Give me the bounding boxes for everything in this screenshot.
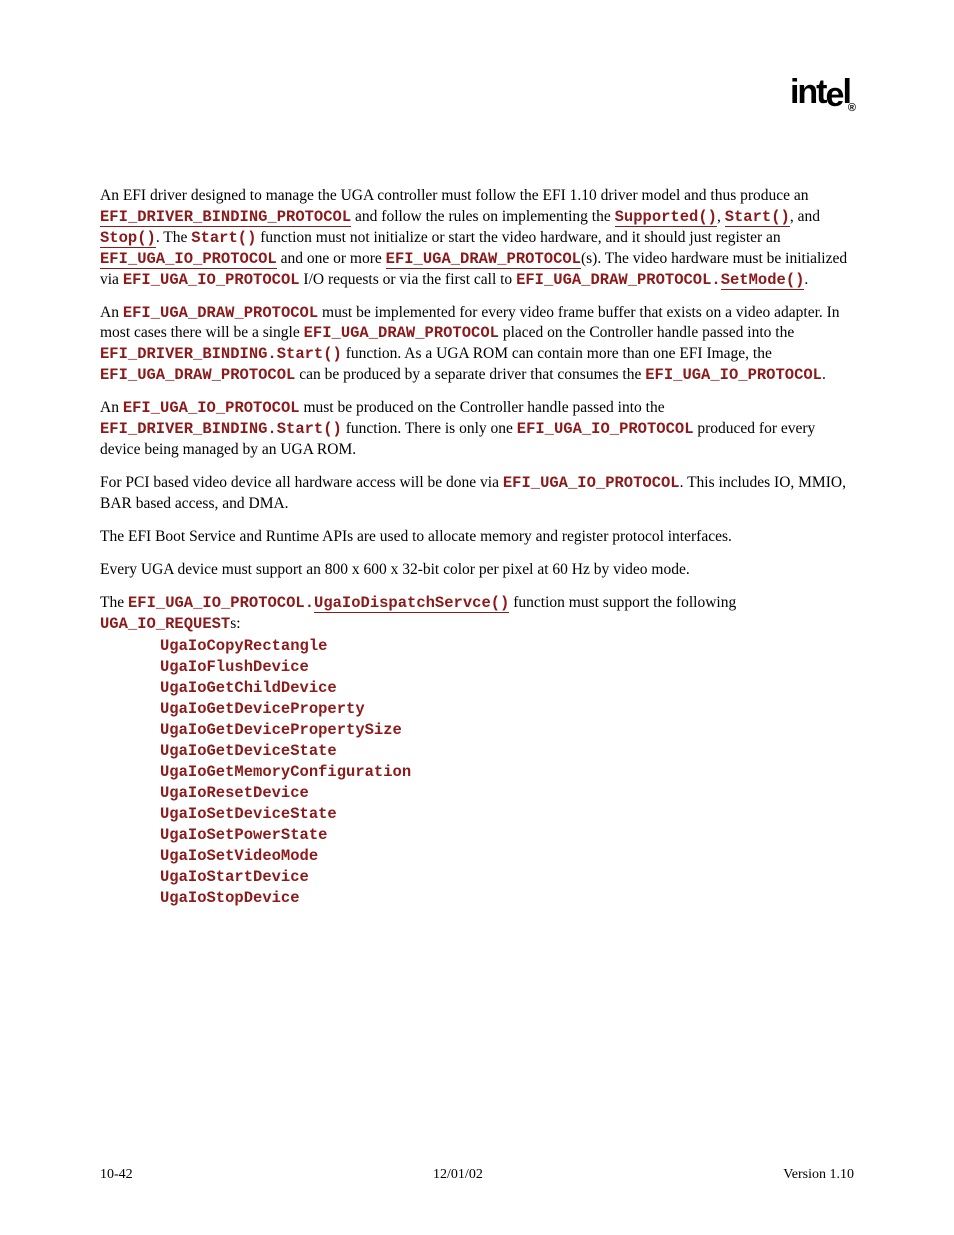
- footer-page: 10-42: [100, 1166, 133, 1185]
- code-text: EFI_DRIVER_BINDING.Start(): [100, 345, 342, 363]
- text: can be produced by a separate driver tha…: [295, 366, 645, 383]
- list-item: UgaIoStartDevice: [160, 867, 854, 888]
- list-item: UgaIoGetMemoryConfiguration: [160, 762, 854, 783]
- text: placed on the Controller handle passed i…: [499, 324, 794, 341]
- text: An: [100, 304, 123, 321]
- text: and follow the rules on implementing the: [351, 208, 614, 225]
- code-link[interactable]: UgaIoDispatchServce(): [314, 594, 509, 613]
- text: , and: [790, 208, 820, 225]
- code-text: EFI_UGA_IO_PROTOCOL: [517, 420, 694, 438]
- paragraph-6: Every UGA device must support an 800 x 6…: [100, 560, 854, 581]
- footer-version: Version 1.10: [783, 1166, 854, 1185]
- code-link[interactable]: EFI_UGA_IO_PROTOCOL: [100, 250, 277, 269]
- code-text: EFI_UGA_DRAW_PROTOCOL.: [516, 271, 721, 289]
- code-link[interactable]: EFI_UGA_DRAW_PROTOCOL: [386, 250, 581, 269]
- code-text: EFI_DRIVER_BINDING.Start(): [100, 420, 342, 438]
- code-text: EFI_UGA_IO_PROTOCOL: [503, 474, 680, 492]
- code-link[interactable]: EFI_DRIVER_BINDING_PROTOCOL: [100, 208, 351, 227]
- text: .: [804, 271, 808, 288]
- list-item: UgaIoStopDevice: [160, 888, 854, 909]
- text: For PCI based video device all hardware …: [100, 474, 503, 491]
- list-item: UgaIoGetDeviceProperty: [160, 699, 854, 720]
- list-item: UgaIoSetDeviceState: [160, 804, 854, 825]
- code-text: EFI_UGA_DRAW_PROTOCOL: [100, 366, 295, 384]
- text: function must support the following: [509, 594, 736, 611]
- code-text: EFI_UGA_DRAW_PROTOCOL: [123, 304, 318, 322]
- paragraph-5: The EFI Boot Service and Runtime APIs ar…: [100, 527, 854, 548]
- paragraph-3: An EFI_UGA_IO_PROTOCOL must be produced …: [100, 398, 854, 461]
- paragraph-2: An EFI_UGA_DRAW_PROTOCOL must be impleme…: [100, 303, 854, 387]
- text: An EFI driver designed to manage the UGA…: [100, 187, 809, 204]
- footer: 10-42 12/01/02 Version 1.10: [100, 1166, 854, 1185]
- list-item: UgaIoSetPowerState: [160, 825, 854, 846]
- text: function must not initialize or start th…: [256, 229, 780, 246]
- list-item: UgaIoResetDevice: [160, 783, 854, 804]
- code-text: Start(): [191, 229, 256, 247]
- text: ,: [717, 208, 725, 225]
- text: The: [100, 594, 128, 611]
- footer-date: 12/01/02: [433, 1166, 483, 1185]
- code-link[interactable]: Stop(): [100, 229, 156, 248]
- text: function. As a UGA ROM can contain more …: [342, 345, 772, 362]
- code-text: EFI_UGA_IO_PROTOCOL.: [128, 594, 314, 612]
- code-link[interactable]: Supported(): [615, 208, 717, 227]
- text: function. There is only one: [342, 420, 517, 437]
- request-list: UgaIoCopyRectangle UgaIoFlushDevice UgaI…: [160, 636, 854, 908]
- text: must be produced on the Controller handl…: [300, 399, 665, 416]
- code-text: EFI_UGA_IO_PROTOCOL: [645, 366, 822, 384]
- text: s:: [230, 615, 240, 632]
- code-text: UGA_IO_REQUEST: [100, 615, 230, 633]
- code-link[interactable]: SetMode(): [721, 271, 805, 290]
- text: .: [822, 366, 826, 383]
- list-item: UgaIoSetVideoMode: [160, 846, 854, 867]
- text: and one or more: [277, 250, 386, 267]
- text: I/O requests or via the first call to: [300, 271, 517, 288]
- intel-logo: intel®: [100, 70, 854, 116]
- list-item: UgaIoFlushDevice: [160, 657, 854, 678]
- paragraph-1: An EFI driver designed to manage the UGA…: [100, 186, 854, 291]
- list-item: UgaIoGetChildDevice: [160, 678, 854, 699]
- text: An: [100, 399, 123, 416]
- code-text: EFI_UGA_IO_PROTOCOL: [123, 399, 300, 417]
- list-item: UgaIoGetDevicePropertySize: [160, 720, 854, 741]
- code-link[interactable]: Start(): [725, 208, 790, 227]
- list-item: UgaIoGetDeviceState: [160, 741, 854, 762]
- paragraph-4: For PCI based video device all hardware …: [100, 473, 854, 515]
- text: . The: [156, 229, 191, 246]
- paragraph-7: The EFI_UGA_IO_PROTOCOL.UgaIoDispatchSer…: [100, 593, 854, 635]
- code-text: EFI_UGA_DRAW_PROTOCOL: [304, 324, 499, 342]
- code-text: EFI_UGA_IO_PROTOCOL: [123, 271, 300, 289]
- page: intel® An EFI driver designed to manage …: [0, 0, 954, 1235]
- list-item: UgaIoCopyRectangle: [160, 636, 854, 657]
